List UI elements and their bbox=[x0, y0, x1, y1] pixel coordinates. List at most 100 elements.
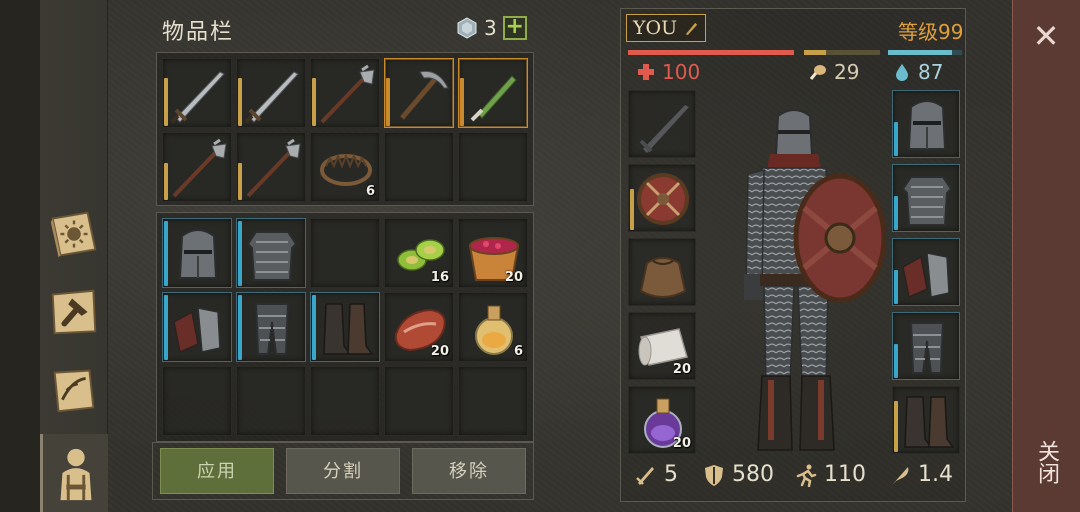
bag-slot[interactable] bbox=[458, 366, 528, 436]
equip-slot-left[interactable] bbox=[628, 90, 696, 158]
bag-slot[interactable]: 20 bbox=[384, 292, 454, 362]
durability-bar bbox=[630, 189, 634, 230]
water-stat: 87 bbox=[892, 60, 943, 84]
hotbar-slot[interactable] bbox=[458, 58, 528, 128]
bag-slot[interactable] bbox=[384, 366, 454, 436]
hotbar-slot[interactable] bbox=[162, 58, 232, 128]
speed-stat: 110 bbox=[794, 462, 866, 487]
durability-bar bbox=[238, 221, 242, 286]
green-dagger-icon bbox=[470, 75, 517, 122]
equip-slot-right[interactable] bbox=[892, 164, 960, 232]
great-helm-icon bbox=[907, 100, 947, 150]
equip-slot-right[interactable] bbox=[892, 312, 960, 380]
equip-slot-right[interactable] bbox=[892, 238, 960, 306]
durability-bar bbox=[312, 78, 316, 126]
close-icon[interactable]: ✕ bbox=[1028, 18, 1064, 54]
hammer-icon bbox=[51, 289, 97, 335]
armor-stat: 580 bbox=[702, 462, 774, 487]
chain-armor-icon bbox=[901, 176, 953, 226]
bag-slot[interactable] bbox=[162, 292, 232, 362]
item-quantity: 20 bbox=[672, 436, 691, 451]
sword-icon bbox=[170, 71, 225, 124]
add-gems-button[interactable]: + bbox=[502, 16, 527, 40]
gem-counter: 3 + bbox=[456, 16, 527, 40]
bag-slot[interactable] bbox=[162, 366, 232, 436]
hotbar-slot[interactable] bbox=[384, 58, 454, 128]
character-icon bbox=[60, 448, 91, 501]
bag-slot[interactable] bbox=[310, 366, 380, 436]
bag-slot[interactable] bbox=[236, 218, 306, 288]
bag-slot[interactable] bbox=[310, 292, 380, 362]
hotbar-slot[interactable] bbox=[236, 58, 306, 128]
running-icon bbox=[796, 464, 817, 487]
attack-stat: 5 bbox=[634, 462, 678, 487]
item-quantity: 6 bbox=[365, 184, 375, 199]
health-value: 100 bbox=[662, 60, 701, 84]
boots-icon bbox=[904, 396, 955, 448]
boots-icon bbox=[323, 303, 374, 355]
player-level: 等级99 bbox=[898, 20, 964, 44]
water-bar-track bbox=[888, 50, 962, 55]
round-shield-icon bbox=[637, 173, 689, 225]
equip-slot-left[interactable] bbox=[628, 164, 696, 232]
speed-value: 110 bbox=[824, 462, 866, 487]
close-label[interactable]: 关闭 bbox=[1032, 440, 1062, 484]
sword-icon bbox=[244, 71, 299, 124]
durability-bar bbox=[386, 78, 390, 126]
durability-bar bbox=[238, 78, 242, 126]
durability-bar bbox=[238, 163, 242, 200]
bag-slot[interactable] bbox=[236, 292, 306, 362]
attack-value: 5 bbox=[664, 462, 678, 487]
halberd-icon bbox=[320, 64, 375, 124]
equip-slot-left[interactable]: 20 bbox=[628, 386, 696, 454]
chain-legs-icon bbox=[254, 303, 290, 355]
food-bar-fill bbox=[804, 50, 827, 55]
durability-bar bbox=[312, 295, 316, 360]
shield-icon bbox=[705, 464, 723, 486]
weight-stat: 1.4 bbox=[888, 462, 953, 487]
bag-slot[interactable]: 16 bbox=[384, 218, 454, 288]
durability-bar bbox=[894, 270, 898, 304]
close-panel[interactable] bbox=[1012, 0, 1080, 512]
tab-character[interactable] bbox=[40, 434, 108, 512]
bag-slot[interactable] bbox=[310, 218, 380, 288]
water-bar-fill bbox=[888, 50, 953, 55]
sword-icon bbox=[636, 466, 654, 485]
edit-quill-icon bbox=[685, 22, 698, 36]
bag-slot[interactable]: 20 bbox=[458, 218, 528, 288]
equip-slot-left[interactable]: 20 bbox=[628, 312, 696, 380]
left-rail bbox=[0, 0, 40, 512]
sword-silhouette-icon bbox=[639, 105, 689, 153]
tab-journal[interactable] bbox=[44, 204, 104, 264]
health-stat: 100 bbox=[636, 60, 700, 84]
pickaxe-icon bbox=[400, 70, 449, 120]
hotbar-slot[interactable] bbox=[162, 132, 232, 202]
hotbar-slot[interactable] bbox=[458, 132, 528, 202]
equip-slot-left[interactable] bbox=[628, 238, 696, 306]
halberd-icon bbox=[172, 138, 227, 198]
bag-slot[interactable] bbox=[236, 366, 306, 436]
hotbar-slot[interactable] bbox=[310, 58, 380, 128]
item-quantity: 16 bbox=[430, 270, 449, 285]
tab-quests[interactable] bbox=[44, 360, 104, 420]
chain-armor-icon bbox=[246, 231, 298, 281]
player-name[interactable]: YOU bbox=[626, 14, 706, 42]
hotbar-slot[interactable]: 6 bbox=[310, 132, 380, 202]
durability-bar bbox=[164, 221, 168, 286]
health-cross-icon bbox=[638, 64, 654, 80]
hotbar-slot[interactable] bbox=[236, 132, 306, 202]
chain-legs-icon bbox=[909, 322, 945, 374]
tab-crafting[interactable] bbox=[44, 282, 104, 342]
gem-count-value: 3 bbox=[484, 16, 497, 40]
durability-bar bbox=[164, 78, 168, 126]
bag-slot[interactable]: 6 bbox=[458, 292, 528, 362]
durability-bar bbox=[894, 196, 898, 230]
equip-slot-right[interactable] bbox=[892, 90, 960, 158]
water-value: 87 bbox=[918, 60, 944, 84]
item-quantity: 20 bbox=[504, 270, 523, 285]
hotbar-slot[interactable] bbox=[384, 132, 454, 202]
drumstick-icon bbox=[809, 65, 826, 80]
item-quantity: 6 bbox=[513, 344, 523, 359]
bag-slot[interactable] bbox=[162, 218, 232, 288]
equip-slot-right[interactable] bbox=[892, 386, 960, 454]
